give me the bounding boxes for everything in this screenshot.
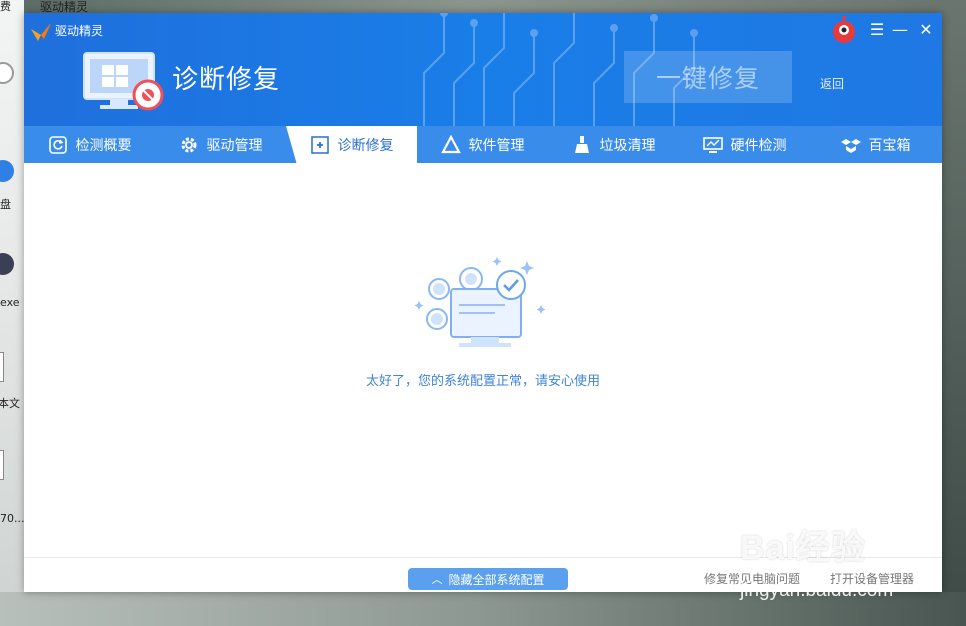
desktop-left-strip (0, 0, 24, 626)
tab-software-management[interactable]: 软件管理 (417, 126, 548, 163)
refresh-icon (48, 135, 67, 154)
tab-diagnose-repair[interactable]: 诊断修复 (286, 126, 417, 163)
box-icon (840, 138, 861, 153)
tab-label: 软件管理 (468, 137, 525, 154)
desktop-right-strip (942, 0, 966, 626)
tab-driver-management[interactable]: 驱动管理 (155, 126, 286, 163)
tab-hardware-detection[interactable]: 硬件检测 (679, 126, 810, 163)
desktop-label: 费 (0, 0, 11, 13)
file-icon[interactable] (0, 450, 4, 480)
broom-icon (574, 135, 589, 153)
status-message: 太好了，您的系统配置正常，请安心使用 (365, 374, 600, 389)
monitor-repair-icon (83, 52, 164, 111)
system-ok-illustration-icon (414, 257, 546, 347)
hide-all-config-label: 隐藏全部系统配置 (448, 572, 545, 587)
desktop-label: 70... (0, 512, 25, 525)
tab-label: 硬件检测 (730, 137, 787, 154)
tab-toolbox[interactable]: 百宝箱 (810, 126, 941, 163)
tab-overview[interactable]: 检测概要 (24, 126, 155, 163)
gear-icon (181, 137, 196, 152)
menu-icon[interactable]: ☰ (867, 19, 887, 39)
desktop-label: 本文 (0, 397, 20, 410)
diagnose-icon (310, 135, 329, 154)
mascot-icon[interactable] (832, 16, 856, 44)
baidu-watermark: Bai经验 (740, 529, 866, 567)
hide-all-config-button[interactable]: ︿ 隐藏全部系统配置 (408, 568, 568, 590)
diagnose-content: 太好了，您的系统配置正常，请安心使用 (24, 163, 942, 557)
app-window: 驱动精灵 诊断修复 一键修复 返回 ☰ — ✕ 检测概要 驱动管理 诊断修复 软… (24, 13, 942, 592)
minimize-icon[interactable]: — (890, 19, 910, 39)
app-logo-icon (31, 23, 51, 41)
close-icon[interactable]: ✕ (916, 19, 936, 39)
tab-label: 诊断修复 (337, 137, 394, 154)
desktop-label: 盘 (0, 198, 11, 211)
tab-junk-cleanup[interactable]: 垃圾清理 (548, 126, 679, 163)
page-title: 诊断修复 (172, 65, 281, 95)
chevron-up-icon: ︿ (431, 573, 443, 586)
tab-label: 垃圾清理 (599, 137, 656, 154)
triangle-logo-icon (440, 134, 461, 153)
app-title: 驱动精灵 (55, 24, 104, 38)
back-link[interactable]: 返回 (820, 75, 844, 92)
file-icon[interactable] (0, 352, 4, 382)
one-click-repair-button[interactable]: 一键修复 (624, 51, 792, 103)
tab-label: 检测概要 (75, 137, 132, 154)
baidu-watermark-url: jingyan.baidu.com (740, 580, 894, 601)
header: 驱动精灵 诊断修复 一键修复 返回 ☰ — ✕ (24, 13, 942, 126)
tab-bar: 检测概要 驱动管理 诊断修复 软件管理 垃圾清理 硬件检测 百宝箱 (24, 126, 942, 163)
tab-label: 驱动管理 (206, 137, 263, 154)
monitor-icon (702, 136, 723, 153)
desktop-label: exe (0, 296, 20, 309)
tab-label: 百宝箱 (868, 137, 911, 154)
